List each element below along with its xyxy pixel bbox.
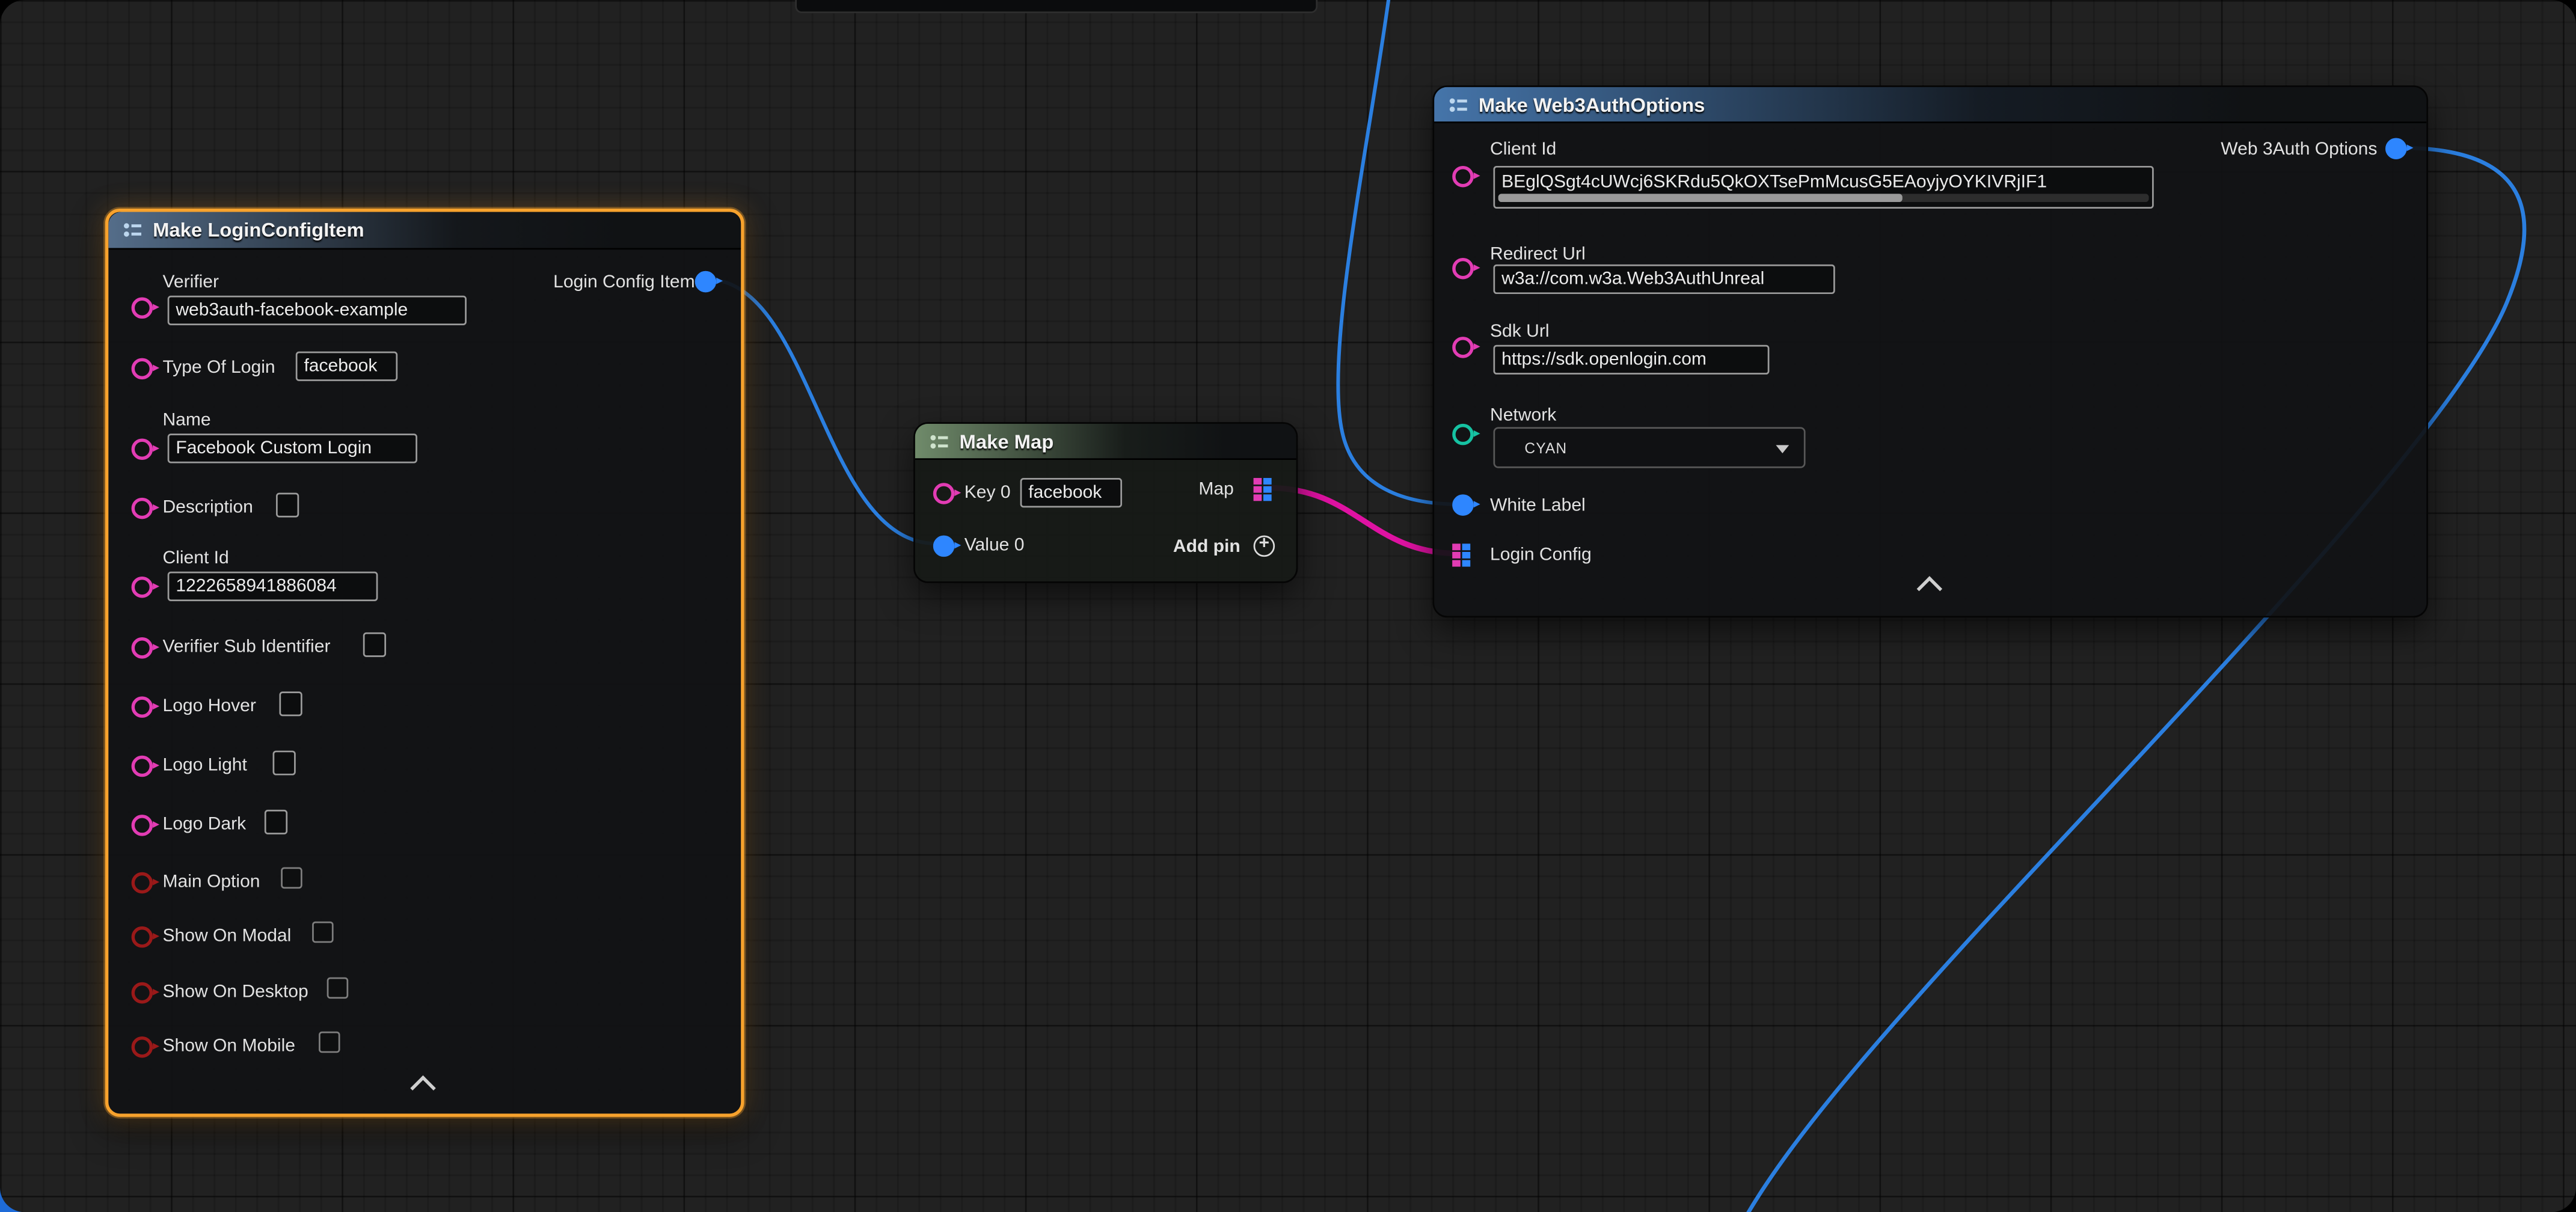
pin-label: Verifier: [162, 271, 219, 294]
verifier-field[interactable]: [168, 296, 467, 325]
output-pin-label: Web 3Auth Options: [2221, 138, 2377, 161]
input-pin-login-config[interactable]: [1452, 543, 1470, 566]
output-pin-label: Map: [1198, 478, 1233, 501]
field-scrollbar[interactable]: [1498, 194, 2149, 202]
pin-label: Client Id: [162, 547, 228, 570]
output-pin-label: Login Config Item: [553, 271, 695, 294]
make-struct-icon: [123, 220, 143, 240]
input-pin-name[interactable]: [132, 438, 153, 460]
input-pin-verifier-sub-identifier[interactable]: [132, 637, 153, 659]
pin-label: Client Id: [1490, 138, 1556, 161]
input-pin-logo-dark[interactable]: [132, 815, 153, 836]
input-pin-type-of-login[interactable]: [132, 358, 153, 380]
node-header[interactable]: Make Map: [915, 424, 1296, 460]
main-option-checkbox[interactable]: [281, 868, 302, 889]
screen: Make LoginConfigItem Login Config Item V…: [0, 0, 2576, 1212]
verifier-sub-identifier-field[interactable]: [363, 632, 386, 657]
chevron-up-icon[interactable]: [1917, 576, 1943, 602]
pin-label: Network: [1490, 404, 1556, 427]
pin-label: Key 0: [964, 482, 1011, 504]
key0-field[interactable]: [1020, 478, 1122, 507]
make-struct-icon: [1449, 94, 1469, 114]
input-pin-show-on-mobile[interactable]: [132, 1036, 153, 1058]
input-pin-sdk-url[interactable]: [1452, 337, 1474, 358]
show-on-desktop-checkbox[interactable]: [327, 978, 349, 999]
input-pin-verifier[interactable]: [132, 298, 153, 319]
input-pin-redirect-url[interactable]: [1452, 258, 1474, 280]
node-title: Make Map: [960, 429, 1054, 452]
pin-label: Name: [162, 409, 210, 432]
input-pin-show-on-modal[interactable]: [132, 926, 153, 948]
node-header[interactable]: Make LoginConfigItem: [108, 212, 741, 249]
output-pin-map[interactable]: [1254, 478, 1272, 501]
client-id-field[interactable]: BEglQSgt4cUWcj6SKRdu5QkOXTsePmMcusG5EAoy…: [1493, 166, 2153, 209]
blueprint-graph-canvas[interactable]: Make LoginConfigItem Login Config Item V…: [0, 0, 2576, 1212]
type-of-login-field[interactable]: [296, 352, 397, 381]
pin-label: White Label: [1490, 494, 1586, 517]
make-map-icon: [930, 431, 949, 451]
offscreen-node-edge[interactable]: [795, 0, 1317, 13]
input-pin-logo-hover[interactable]: [132, 696, 153, 718]
output-pin-login-config-item[interactable]: [695, 271, 717, 293]
pin-label: Verifier Sub Identifier: [162, 635, 330, 658]
pin-label: Logo Dark: [162, 813, 246, 836]
blueprint-editor: Make LoginConfigItem Login Config Item V…: [0, 0, 2576, 1212]
node-make-loginconfigitem[interactable]: Make LoginConfigItem Login Config Item V…: [105, 209, 744, 1117]
client-id-value: BEglQSgt4cUWcj6SKRdu5QkOXTsePmMcusG5EAoy…: [1501, 173, 2145, 192]
add-pin-label: Add pin: [1173, 536, 1240, 559]
input-pin-client-id[interactable]: [1452, 166, 1474, 188]
node-title: Make LoginConfigItem: [153, 218, 364, 241]
pin-label: Show On Desktop: [162, 981, 308, 1003]
add-pin-button[interactable]: [1254, 536, 1275, 557]
chevron-up-icon[interactable]: [410, 1076, 436, 1101]
node-make-map[interactable]: Make Map Key 0 Map Value 0 Add pin: [913, 422, 1298, 583]
input-pin-value0[interactable]: [933, 536, 955, 557]
output-pin-web3auth-options[interactable]: [2385, 138, 2407, 159]
pin-label: Type Of Login: [162, 357, 275, 379]
pin-label: Sdk Url: [1490, 320, 1550, 343]
pin-label: Show On Modal: [162, 925, 291, 947]
logo-dark-field[interactable]: [265, 810, 287, 834]
logo-hover-field[interactable]: [279, 691, 302, 716]
show-on-mobile-checkbox[interactable]: [319, 1032, 340, 1053]
pin-label: Description: [162, 496, 253, 519]
pin-label: Logo Light: [162, 754, 247, 777]
pin-label: Login Config: [1490, 543, 1592, 566]
input-pin-logo-light[interactable]: [132, 756, 153, 777]
network-dropdown[interactable]: CYAN: [1493, 427, 1805, 468]
name-field[interactable]: [168, 433, 417, 463]
sdk-url-field[interactable]: [1493, 345, 1769, 375]
logo-light-field[interactable]: [273, 751, 296, 776]
input-pin-client-id[interactable]: [132, 577, 153, 598]
input-pin-key0[interactable]: [933, 483, 955, 504]
node-title: Make Web3AuthOptions: [1479, 93, 1705, 115]
description-field[interactable]: [276, 493, 299, 518]
redirect-url-field[interactable]: [1493, 265, 1835, 294]
pin-label: Value 0: [964, 534, 1025, 557]
node-make-web3authoptions[interactable]: Make Web3AuthOptions Web 3Auth Options C…: [1432, 85, 2428, 617]
pin-label: Logo Hover: [162, 695, 256, 718]
pin-label: Main Option: [162, 871, 260, 893]
pin-label: Show On Mobile: [162, 1035, 295, 1057]
input-pin-show-on-desktop[interactable]: [132, 982, 153, 1004]
client-id-field[interactable]: [168, 572, 378, 601]
show-on-modal-checkbox[interactable]: [312, 922, 334, 943]
input-pin-main-option[interactable]: [132, 872, 153, 894]
input-pin-network[interactable]: [1452, 424, 1474, 445]
field-scrollbar-thumb[interactable]: [1498, 194, 1902, 202]
input-pin-white-label[interactable]: [1452, 494, 1474, 516]
input-pin-description[interactable]: [132, 498, 153, 519]
pin-label: Redirect Url: [1490, 243, 1586, 266]
network-selected-value: CYAN: [1524, 440, 1567, 456]
chevron-down-icon: [1776, 445, 1789, 453]
node-header[interactable]: Make Web3AuthOptions: [1434, 87, 2426, 123]
